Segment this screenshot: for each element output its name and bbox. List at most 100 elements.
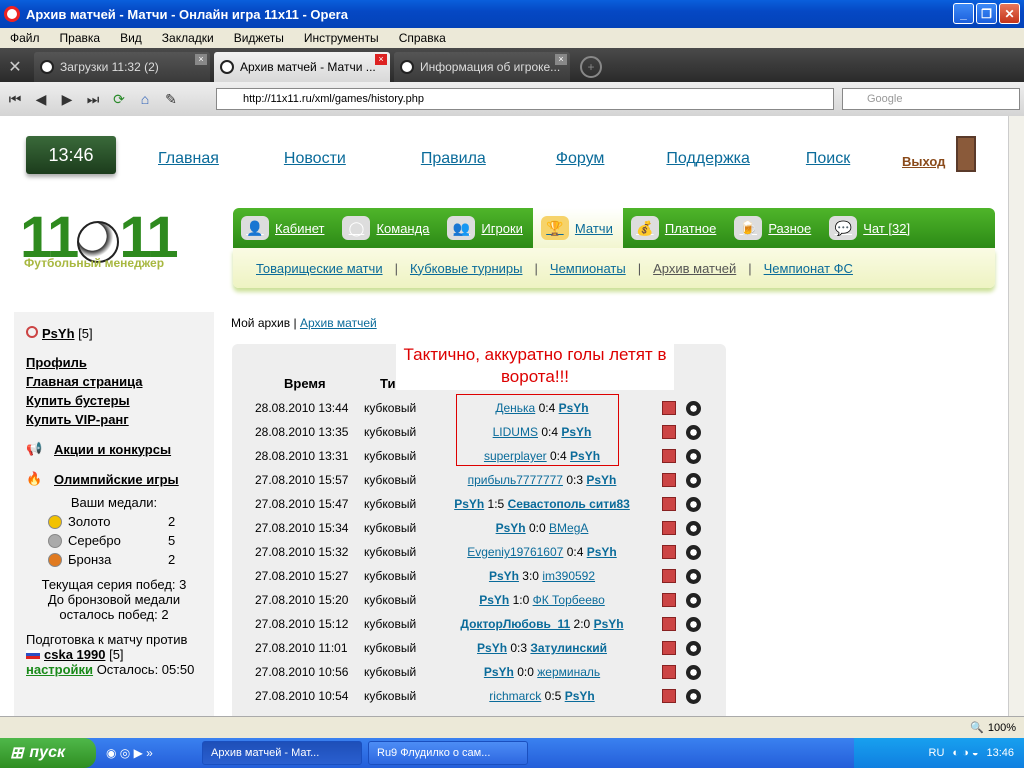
away-team-link[interactable]: PsYh [565,689,595,703]
away-team-link[interactable]: жерминаль [537,665,600,679]
home-team-link[interactable]: прибыль7777777 [468,473,563,487]
crumb-archive-link[interactable]: Архив матчей [300,316,377,330]
nav-cabinet[interactable]: 👤 Кабинет [233,208,334,248]
match-report-icon[interactable] [662,665,676,679]
home-team-link[interactable]: ДокторЛюбовь_11 [460,617,570,631]
sidebar-buy-boosters[interactable]: Купить бустеры [26,393,202,408]
match-replay-ball-icon[interactable] [686,424,701,440]
match-replay-ball-icon[interactable] [686,520,701,536]
home-team-link[interactable]: PsYh [489,569,519,583]
restore-button[interactable]: ❐ [976,3,997,24]
match-report-icon[interactable] [662,473,676,487]
away-team-link[interactable]: im390592 [542,569,595,583]
new-tab-icon[interactable]: + [580,56,602,78]
home-team-link[interactable]: PsYh [454,497,484,511]
subnav-fs-championship[interactable]: Чемпионат ФС [764,261,853,276]
tab-close-icon[interactable]: × [555,54,567,65]
address-field[interactable]: http://11x11.ru/xml/games/history.php [216,88,834,110]
match-replay-ball-icon[interactable] [686,664,701,680]
nav-support[interactable]: Поддержка [666,150,749,168]
settings-link[interactable]: настройки [26,662,93,677]
forward-icon[interactable]: ▶ [56,88,78,110]
quicklaunch-icons[interactable]: ◉ ◎ ▶ » [106,746,196,760]
match-report-icon[interactable] [662,569,676,583]
nav-chat[interactable]: 💬 Чат [32] [821,208,920,248]
away-team-link[interactable]: Севастополь сити83 [508,497,630,511]
match-report-icon[interactable] [662,617,676,631]
task-opera[interactable]: Архив матчей - Мат... [202,741,362,765]
match-replay-ball-icon[interactable] [686,544,701,560]
menu-widgets[interactable]: Виджеты [224,31,294,45]
home-icon[interactable]: ⌂ [134,88,156,110]
home-team-link[interactable]: richmarck [489,689,541,703]
home-team-link[interactable]: superplayer [484,449,547,463]
match-replay-ball-icon[interactable] [686,400,701,416]
menu-file[interactable]: Файл [0,31,50,45]
opponent-link[interactable]: cska 1990 [44,647,105,662]
tab-downloads[interactable]: Загрузки 11:32 (2) × [34,52,210,82]
home-team-link[interactable]: PsYh [484,665,514,679]
edit-icon[interactable]: ✎ [160,88,182,110]
username[interactable]: PsYh [42,326,75,341]
menu-help[interactable]: Справка [389,31,456,45]
tab-close-icon[interactable]: × [375,54,387,65]
sidebar-olympic[interactable]: Олимпийские игры [54,472,179,487]
match-report-icon[interactable] [662,689,676,703]
nav-forum[interactable]: Форум [556,150,605,168]
match-replay-ball-icon[interactable] [686,472,701,488]
away-team-link[interactable]: PsYh [570,449,600,463]
nav-misc[interactable]: 🍺 Разное [726,208,821,248]
tray-icons[interactable]: ◐ ◑ ◒ [952,747,978,759]
logout-link[interactable]: Выход [902,154,945,169]
start-button[interactable]: ⊞ пуск [0,738,96,768]
home-team-link[interactable]: Evgeniy19761607 [467,545,563,559]
sidebar-promos[interactable]: Акции и конкурсы [54,442,171,457]
match-replay-ball-icon[interactable] [686,688,701,704]
home-team-link[interactable]: Денька [495,401,535,415]
sidebar-buy-vip[interactable]: Купить VIP-ранг [26,412,202,427]
away-team-link[interactable]: BMegA [549,521,588,535]
reload-icon[interactable]: ⟳ [108,88,130,110]
tab-player-info[interactable]: Информация об игроке... × [394,52,570,82]
subnav-championships[interactable]: Чемпионаты [550,261,626,276]
menu-view[interactable]: Вид [110,31,152,45]
nav-paid[interactable]: 💰 Платное [623,208,726,248]
zoom-level[interactable]: 100% [988,722,1016,734]
away-team-link[interactable]: Затулинский [530,641,607,655]
match-replay-ball-icon[interactable] [686,448,701,464]
tab-match-archive[interactable]: Архив матчей - Матчи ... × [214,52,390,82]
minimize-button[interactable]: _ [953,3,974,24]
nav-rules[interactable]: Правила [421,150,486,168]
away-team-link[interactable]: PsYh [587,545,617,559]
subnav-friendly[interactable]: Товарищеские матчи [256,261,383,276]
nav-news[interactable]: Новости [284,150,346,168]
away-team-link[interactable]: PsYh [559,401,589,415]
sidebar-main-page[interactable]: Главная страница [26,374,202,389]
fastforward-icon[interactable]: ⏭ [82,88,104,110]
away-team-link[interactable]: PsYh [594,617,624,631]
match-report-icon[interactable] [662,593,676,607]
menu-tools[interactable]: Инструменты [294,31,389,45]
match-replay-ball-icon[interactable] [686,640,701,656]
away-team-link[interactable]: PsYh [586,473,616,487]
match-report-icon[interactable] [662,425,676,439]
match-replay-ball-icon[interactable] [686,496,701,512]
home-team-link[interactable]: LIDUMS [493,425,538,439]
home-team-link[interactable]: PsYh [496,521,526,535]
match-replay-ball-icon[interactable] [686,568,701,584]
match-report-icon[interactable] [662,497,676,511]
subnav-archive[interactable]: Архив матчей [653,261,736,276]
away-team-link[interactable]: PsYh [561,425,591,439]
match-report-icon[interactable] [662,401,676,415]
search-field[interactable]: Google [842,88,1020,110]
tools-icon[interactable]: ✕ [0,52,30,82]
match-report-icon[interactable] [662,641,676,655]
sidebar-profile[interactable]: Профиль [26,355,202,370]
subnav-cups[interactable]: Кубковые турниры [410,261,523,276]
vertical-scrollbar[interactable] [1008,116,1024,716]
tab-close-icon[interactable]: × [195,54,207,65]
nav-matches[interactable]: 🏆 Матчи [532,208,623,248]
match-report-icon[interactable] [662,521,676,535]
menu-bookmarks[interactable]: Закладки [152,31,224,45]
home-team-link[interactable]: PsYh [479,593,509,607]
